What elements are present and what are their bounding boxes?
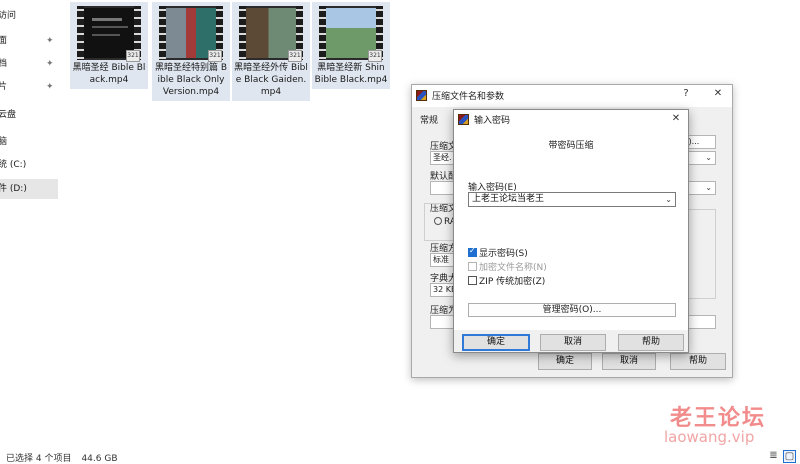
nav-item-pictures[interactable]: 片 ✦ — [0, 77, 58, 97]
nav-item-desktop[interactable]: 面 ✦ — [0, 31, 58, 51]
nav-pane: 访问 面 ✦ 档 ✦ 片 ✦ 云盘 脑 统 (C:) 件 (D:) — [0, 0, 60, 440]
nav-item-documents[interactable]: 档 ✦ — [0, 54, 58, 74]
close-icon[interactable]: ✕ — [668, 113, 684, 124]
zip-legacy-label: ZIP 传统加密(Z) — [479, 277, 546, 287]
file-name: 黑暗圣经外传 Bible Black Gaiden.mp4 — [234, 63, 308, 97]
nav-item-quick-access[interactable]: 访问 — [0, 6, 58, 26]
player-icon: 321 — [288, 50, 302, 62]
close-icon[interactable]: ✕ — [710, 88, 726, 99]
video-thumbnail: 321 — [77, 6, 141, 62]
zip-legacy-checkbox[interactable]: ZIP 传统加密(Z) — [468, 274, 545, 287]
winrar-icon — [458, 114, 469, 125]
player-icon: 321 — [368, 50, 382, 62]
nav-item-label: 云盘 — [0, 110, 17, 120]
file-name: 黑暗圣经特别篇 Bible Black Only Version.mp4 — [154, 63, 228, 97]
encrypt-names-label: 加密文件名称(N) — [479, 263, 547, 273]
password-heading: 带密码压缩 — [548, 141, 594, 151]
checkbox-icon — [468, 276, 477, 285]
file-name: 黑暗圣经 Bible Black.mp4 — [72, 63, 146, 85]
archive-help-button[interactable]: 帮助 — [670, 353, 726, 370]
nav-item-label: 件 (D:) — [0, 184, 27, 194]
tiles-view-icon[interactable]: ▢ — [783, 450, 796, 463]
pin-icon: ✦ — [46, 36, 54, 46]
file-item[interactable]: 321 黑暗圣经特别篇 Bible Black Only Version.mp4 — [152, 2, 230, 101]
file-item[interactable]: 321 黑暗圣经新 Shin Bible Black.mp4 — [312, 2, 390, 89]
file-name: 黑暗圣经新 Shin Bible Black.mp4 — [314, 63, 388, 85]
video-thumbnail: 321 — [239, 6, 303, 62]
file-item[interactable]: 321 黑暗圣经 Bible Black.mp4 — [70, 2, 148, 89]
player-icon: 321 — [208, 50, 222, 62]
show-password-checkbox[interactable]: 显示密码(S) — [468, 246, 528, 259]
selection-count: 已选择 4 个项目 — [6, 454, 72, 464]
video-thumbnail: 321 — [159, 6, 223, 62]
password-dialog-title: 输入密码 — [474, 116, 511, 126]
archive-cancel-button[interactable]: 取消 — [602, 353, 656, 370]
password-value: 上老王论坛当老王 — [472, 194, 545, 204]
video-thumbnail: 321 — [319, 6, 383, 62]
nav-item-drive-c[interactable]: 统 (C:) — [0, 155, 58, 175]
nav-item-this-pc[interactable]: 脑 — [0, 132, 58, 152]
manage-passwords-button[interactable]: 管理密码(O)... — [468, 303, 676, 317]
checkbox-icon — [468, 262, 477, 271]
password-input[interactable]: 上老王论坛当老王 ⌄ — [468, 192, 676, 207]
nav-item-cloud[interactable]: 云盘 — [0, 105, 58, 125]
file-item[interactable]: 321 黑暗圣经外传 Bible Black Gaiden.mp4 — [232, 2, 310, 101]
nav-item-label: 访问 — [0, 11, 17, 21]
nav-item-label: 片 — [0, 82, 8, 92]
nav-item-label: 统 (C:) — [0, 160, 27, 170]
nav-item-label: 脑 — [0, 137, 8, 147]
nav-item-drive-d[interactable]: 件 (D:) — [0, 179, 58, 199]
archive-dialog-title: 压缩文件名和参数 — [432, 92, 505, 102]
player-icon: 321 — [126, 50, 140, 62]
pin-icon: ✦ — [46, 82, 54, 92]
chevron-down-icon[interactable]: ⌄ — [665, 193, 672, 206]
status-bar: 已选择 4 个项目 44.6 GB — [6, 451, 128, 464]
password-ok-button[interactable]: 确定 — [462, 334, 530, 351]
watermark-url: laowang.vip — [664, 428, 755, 446]
encrypt-names-checkbox[interactable]: 加密文件名称(N) — [468, 260, 547, 273]
password-dialog: 输入密码 ✕ 带密码压缩 输入密码(E) 上老王论坛当老王 ⌄ 显示密码(S) … — [453, 109, 689, 353]
archive-dialog-titlebar[interactable]: 压缩文件名和参数 ? ✕ — [412, 85, 732, 107]
help-icon[interactable]: ? — [678, 88, 694, 99]
selection-size: 44.6 GB — [81, 454, 118, 464]
checkbox-checked-icon — [468, 246, 477, 257]
nav-item-label: 档 — [0, 59, 8, 69]
password-dialog-body: 带密码压缩 — [454, 130, 688, 330]
password-help-button[interactable]: 帮助 — [618, 334, 684, 351]
show-password-label: 显示密码(S) — [479, 249, 528, 259]
details-view-icon[interactable]: ≣ — [767, 450, 780, 463]
password-dialog-titlebar[interactable]: 输入密码 ✕ — [454, 110, 688, 130]
pin-icon: ✦ — [46, 59, 54, 69]
tab-general[interactable]: 常规 — [420, 113, 438, 126]
winrar-icon — [416, 90, 427, 101]
password-cancel-button[interactable]: 取消 — [540, 334, 606, 351]
nav-item-label: 面 — [0, 36, 8, 46]
archive-ok-button[interactable]: 确定 — [538, 353, 592, 370]
